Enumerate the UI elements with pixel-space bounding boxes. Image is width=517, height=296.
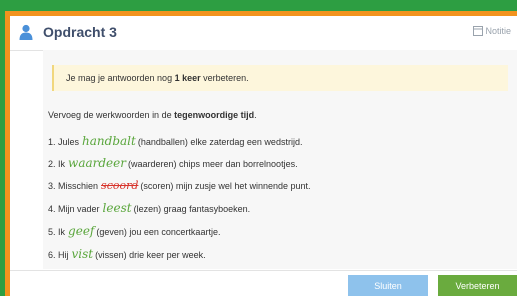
note-label: Notitie xyxy=(485,26,511,36)
exercise-item: 4. Mijn vader leest (lezen) graag fantasyb… xyxy=(48,201,250,215)
item-number: 1. xyxy=(48,137,56,147)
close-button[interactable]: Sluiten xyxy=(348,275,428,296)
assignment-window: Opdracht 3 Notitie Je mag je antwoorden … xyxy=(10,16,517,296)
instruction-prefix: Vervoeg de werkwoorden in de xyxy=(48,110,175,120)
instruction-bold: tegenwoordige tijd xyxy=(174,110,255,120)
item-before: Mijn vader xyxy=(58,204,100,214)
item-before: Ik xyxy=(58,159,66,169)
item-number: 4. xyxy=(48,204,56,214)
exercise-item: 3. Misschien scoord (scoren) mijn zusje we… xyxy=(48,179,311,192)
page-title: Opdracht 3 xyxy=(43,24,117,40)
item-number: 2. xyxy=(48,159,56,169)
notice-suffix: verbeteren. xyxy=(200,73,249,83)
item-after: (vissen) drie keer per week. xyxy=(95,250,206,260)
exercise-item: 5. Ik geef (geven) jou een concertkaartje. xyxy=(48,224,220,238)
instruction-suffix: . xyxy=(254,110,257,120)
item-after: (handballen) elke zaterdag een wedstrijd… xyxy=(137,137,303,147)
item-number: 3. xyxy=(48,181,56,191)
dialog-footer: Sluiten Verbeteren xyxy=(10,270,517,296)
exercise-item: 6. Hij vist (vissen) drie keer per week. xyxy=(48,247,206,261)
item-answer-correct[interactable]: leest xyxy=(103,201,132,215)
item-answer-correct[interactable]: waardeer xyxy=(68,156,126,170)
item-number: 5. xyxy=(48,227,56,237)
item-after: (lezen) graag fantasyboeken. xyxy=(133,204,251,214)
item-after: (waarderen) chips meer dan borrelnootjes… xyxy=(127,159,298,169)
item-answer-wrong[interactable]: scoord xyxy=(101,179,138,192)
note-icon xyxy=(473,26,484,36)
item-answer-correct[interactable]: handbalt xyxy=(82,134,136,148)
exercise-item: 1. Jules handbalt (handballen) elke zaterd… xyxy=(48,134,302,148)
item-answer-correct[interactable]: geef xyxy=(68,224,94,238)
exercise-item: 2. Ik waardeer (waarderen) chips meer dan … xyxy=(48,156,298,170)
notice-prefix: Je mag je antwoorden nog xyxy=(66,73,175,83)
item-after: (scoren) mijn zusje wel het winnende pun… xyxy=(140,181,311,191)
assignment-header: Opdracht 3 Notitie xyxy=(10,16,517,51)
instruction-text: Vervoeg de werkwoorden in de tegenwoordi… xyxy=(48,110,257,120)
item-before: Hij xyxy=(58,250,69,260)
notice-bold: 1 keer xyxy=(174,73,201,83)
item-number: 6. xyxy=(48,250,56,260)
user-icon xyxy=(19,24,33,40)
attempts-notice: Je mag je antwoorden nog 1 keer verbeter… xyxy=(52,65,508,91)
item-before: Jules xyxy=(58,137,80,147)
item-answer-correct[interactable]: vist xyxy=(72,247,94,261)
item-before: Ik xyxy=(58,227,66,237)
exercise-content: Je mag je antwoorden nog 1 keer verbeter… xyxy=(43,50,517,269)
note-button[interactable]: Notitie xyxy=(473,24,511,38)
improve-button[interactable]: Verbeteren xyxy=(438,275,517,296)
item-before: Misschien xyxy=(58,181,99,191)
item-after: (geven) jou een concertkaartje. xyxy=(96,227,221,237)
